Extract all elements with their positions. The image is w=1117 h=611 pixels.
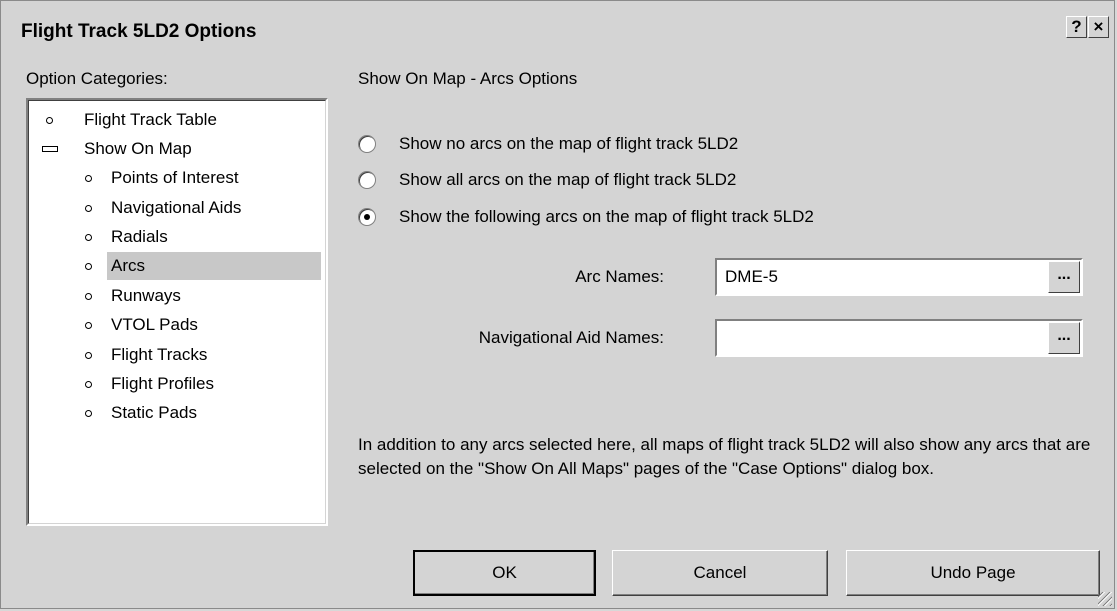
tree-item-vtol-pads[interactable]: VTOL Pads bbox=[81, 311, 202, 339]
bullet-icon bbox=[85, 410, 92, 417]
tree-item-show-on-map[interactable]: Show On Map bbox=[42, 135, 196, 163]
bullet-icon bbox=[85, 234, 92, 241]
tree-item-label: Points of Interest bbox=[111, 168, 239, 187]
tree-item-radials[interactable]: Radials bbox=[81, 223, 172, 251]
info-note: In addition to any arcs selected here, a… bbox=[358, 435, 1091, 478]
ok-button[interactable]: OK bbox=[413, 550, 596, 596]
tree-item-flight-tracks[interactable]: Flight Tracks bbox=[81, 341, 211, 369]
options-dialog: Flight Track 5LD2 Options ? × Option Cat… bbox=[0, 0, 1115, 609]
navaid-names-label: Navigational Aid Names: bbox=[478, 328, 664, 347]
page-heading: Show On Map - Arcs Options bbox=[358, 69, 578, 88]
bullet-icon bbox=[85, 322, 92, 329]
arc-names-label: Arc Names: bbox=[575, 267, 664, 286]
tree-item-flight-track-table[interactable]: Flight Track Table bbox=[42, 106, 221, 134]
bullet-icon bbox=[85, 352, 92, 359]
close-button[interactable]: × bbox=[1088, 16, 1109, 38]
arc-names-browse-button[interactable]: ... bbox=[1048, 261, 1080, 293]
radio-label: Show all arcs on the map of flight track… bbox=[399, 170, 737, 189]
collapse-icon[interactable] bbox=[42, 146, 58, 152]
cancel-button[interactable]: Cancel bbox=[612, 550, 828, 596]
tree-item-arcs[interactable]: Arcs bbox=[81, 252, 321, 280]
resize-grip-icon[interactable] bbox=[1098, 592, 1112, 606]
radio-button-checked[interactable] bbox=[358, 208, 376, 226]
tree-item-label: Flight Track Table bbox=[84, 110, 217, 129]
tree-item-label: Runways bbox=[111, 286, 181, 305]
bullet-icon bbox=[85, 205, 92, 212]
radio-label: Show the following arcs on the map of fl… bbox=[399, 207, 814, 226]
radio-button[interactable] bbox=[358, 171, 376, 189]
help-button[interactable]: ? bbox=[1066, 16, 1087, 38]
bullet-icon bbox=[46, 117, 53, 124]
tree-item-label: Flight Profiles bbox=[111, 374, 214, 393]
tree-item-label: Radials bbox=[111, 227, 168, 246]
navaid-names-browse-button[interactable]: ... bbox=[1048, 322, 1080, 354]
bullet-icon bbox=[85, 263, 92, 270]
bullet-icon bbox=[85, 381, 92, 388]
navaid-names-field[interactable]: ... bbox=[715, 319, 1083, 357]
tree-item-label: Show On Map bbox=[84, 139, 192, 158]
tree-item-runways[interactable]: Runways bbox=[81, 282, 185, 310]
tree-item-label: Navigational Aids bbox=[111, 198, 242, 217]
tree-item-points-of-interest[interactable]: Points of Interest bbox=[81, 164, 243, 192]
tree-item-flight-profiles[interactable]: Flight Profiles bbox=[81, 370, 218, 398]
title-bar: Flight Track 5LD2 Options ? × bbox=[1, 1, 1114, 57]
arc-names-field[interactable]: DME-5 ... bbox=[715, 258, 1083, 296]
window-title: Flight Track 5LD2 Options bbox=[21, 21, 257, 42]
tree-item-label: Flight Tracks bbox=[111, 345, 208, 364]
arc-names-value: DME-5 bbox=[725, 267, 778, 286]
radio-label: Show no arcs on the map of flight track … bbox=[399, 134, 739, 153]
radio-button[interactable] bbox=[358, 135, 376, 153]
option-categories-label: Option Categories: bbox=[26, 69, 168, 88]
tree-item-label: VTOL Pads bbox=[111, 315, 198, 334]
tree-item-static-pads[interactable]: Static Pads bbox=[81, 399, 201, 427]
tree-item-navigational-aids[interactable]: Navigational Aids bbox=[81, 194, 245, 222]
undo-page-button[interactable]: Undo Page bbox=[846, 550, 1100, 596]
bullet-icon bbox=[85, 175, 92, 182]
option-categories-tree[interactable]: Flight Track Table Show On Map Points of… bbox=[26, 98, 328, 526]
tree-item-label: Static Pads bbox=[111, 403, 197, 422]
bullet-icon bbox=[85, 293, 92, 300]
tree-item-label: Arcs bbox=[107, 252, 321, 280]
